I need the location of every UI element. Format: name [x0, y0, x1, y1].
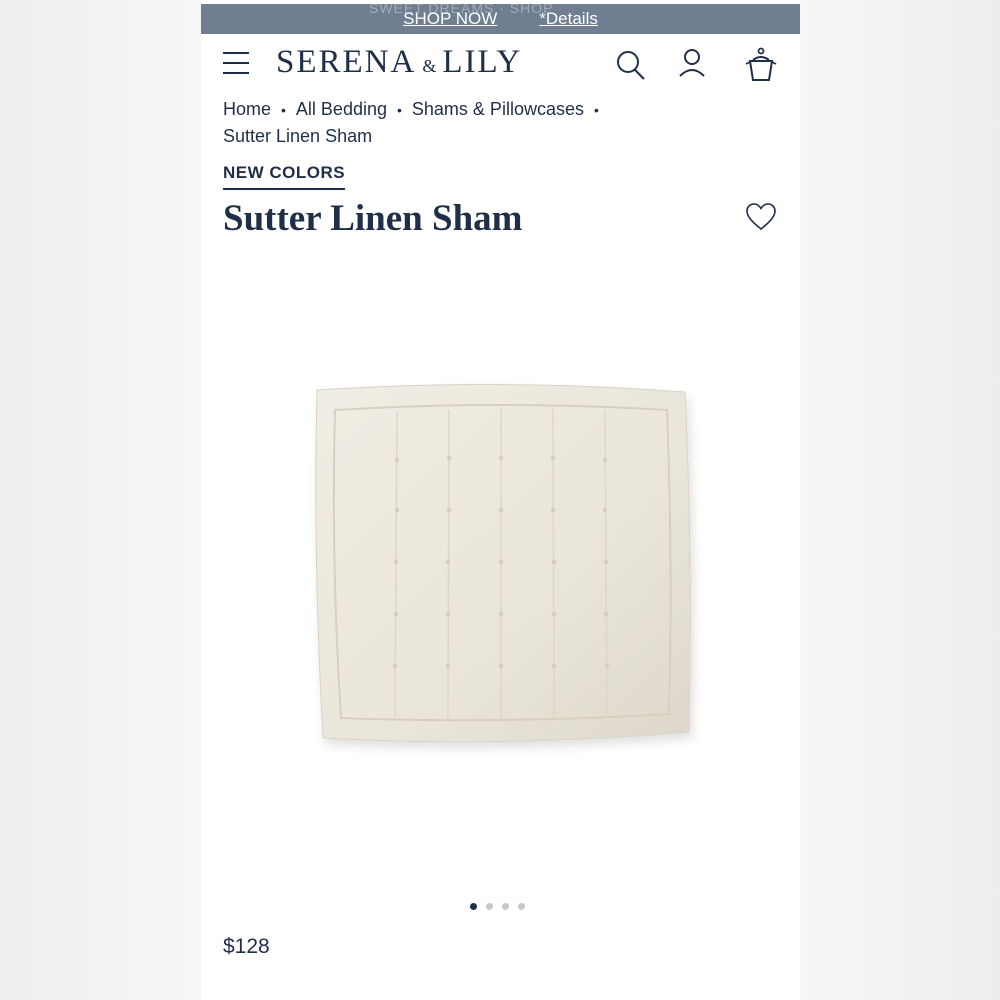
breadcrumb: Home • All Bedding • Shams & Pillowcases • Sut…	[223, 96, 663, 149]
cart-icon[interactable]	[744, 46, 778, 84]
breadcrumb-home[interactable]: Home	[223, 99, 271, 119]
product-image-pillow[interactable]	[301, 370, 711, 760]
search-icon[interactable]	[615, 48, 647, 82]
menu-icon[interactable]	[223, 52, 249, 74]
breadcrumb-separator: •	[397, 102, 402, 118]
brand-logo[interactable]: SERENA & LILY	[276, 44, 522, 80]
breadcrumb-all-bedding[interactable]: All Bedding	[296, 99, 387, 119]
product-title: Sutter Linen Sham	[223, 198, 523, 239]
carousel-dot[interactable]	[486, 903, 493, 910]
background-left	[0, 0, 201, 1000]
logo-word-right: LILY	[442, 44, 523, 80]
promo-faded-text: SWEET DREAMS · SHOP	[369, 0, 554, 16]
site-header: SERENA & LILY	[201, 34, 800, 96]
carousel-dot[interactable]	[518, 903, 525, 910]
carousel-dot[interactable]	[502, 903, 509, 910]
wishlist-heart-icon[interactable]	[745, 202, 777, 232]
breadcrumb-separator: •	[593, 102, 599, 118]
breadcrumb-separator: •	[281, 102, 286, 118]
new-colors-badge: NEW COLORS	[223, 163, 346, 190]
logo-word-left: SERENA	[276, 44, 417, 80]
logo-ampersand: &	[422, 56, 437, 76]
product-page: SWEET DREAMS · SHOP SHOP NOW *Details SE…	[201, 0, 800, 1000]
promo-banner: SWEET DREAMS · SHOP SHOP NOW *Details	[201, 0, 800, 34]
image-carousel-dots	[470, 903, 525, 910]
carousel-dot[interactable]	[470, 903, 477, 910]
account-icon[interactable]	[676, 48, 708, 82]
breadcrumb-shams-pillowcases[interactable]: Shams & Pillowcases	[412, 99, 584, 119]
product-price: $128	[223, 935, 270, 958]
background-right	[799, 0, 1000, 1000]
breadcrumb-current: Sutter Linen Sham	[223, 126, 373, 146]
